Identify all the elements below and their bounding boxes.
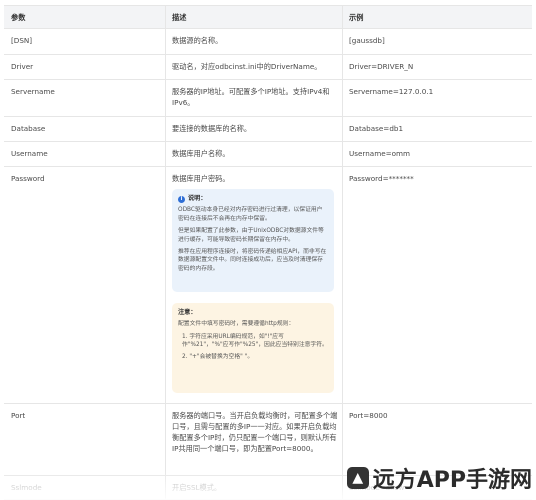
param-name: Username bbox=[11, 149, 48, 158]
param-desc: 要连接的数据库的名称。 bbox=[172, 124, 252, 133]
param-example: Database=db1 bbox=[349, 124, 404, 133]
note-list: 1. 字符应采用URL编码规范，如"!"应写作"%21"，"%"应写作"%25"… bbox=[178, 333, 328, 361]
param-name: Driver bbox=[11, 62, 34, 71]
info-callout: i 说明： ODBC驱动本身已经对内存密码进行过清理，以保证用户密码在连接后不会… bbox=[172, 189, 334, 292]
info-callout-title: i 说明： bbox=[178, 195, 328, 203]
table-row-password: Password 数据库用户密码。 Password=******* i 说明：… bbox=[4, 167, 532, 404]
param-desc: 开启SSL模式。 bbox=[172, 483, 222, 492]
param-name: [DSN] bbox=[11, 36, 33, 45]
param-name: Password bbox=[11, 174, 45, 183]
column-divider bbox=[165, 5, 166, 500]
param-name: Port bbox=[11, 411, 26, 420]
info-icon: i bbox=[178, 195, 185, 203]
header-example: 示例 bbox=[349, 13, 364, 22]
table-row: [DSN] 数据源的名称。 [gaussdb] bbox=[4, 29, 532, 55]
param-example: Servername=127.0.0.1 bbox=[349, 87, 434, 96]
column-divider bbox=[342, 5, 343, 500]
note-callout: 注意： 配置文件中填写密码时，需要遵循http规则： 1. 字符应采用URL编码… bbox=[172, 303, 334, 393]
param-example: Username=omm bbox=[349, 149, 411, 158]
table-row: Database 要连接的数据库的名称。 Database=db1 bbox=[4, 117, 532, 142]
param-desc: 数据源的名称。 bbox=[172, 36, 223, 45]
table-header: 参数 描述 示例 bbox=[4, 5, 532, 29]
watermark-text: 远方APP手游网 bbox=[372, 468, 532, 493]
table-row: Servername 服务器的IP地址。可配置多个IP地址。支持IPv4和IPv… bbox=[4, 80, 532, 117]
param-desc: 驱动名，对应odbcinst.ini中的DriverName。 bbox=[172, 62, 322, 71]
param-name: Database bbox=[11, 124, 46, 133]
param-name: Sslmode bbox=[11, 483, 42, 492]
info-paragraph: 推荐在应用程序连接时，将密码传递给相应API，而非写在数据源配置文件中。同时连接… bbox=[178, 249, 327, 272]
note-list-item: 2. "+"会被替换为空格" "。 bbox=[182, 353, 254, 360]
param-example: Port=8000 bbox=[349, 411, 388, 420]
site-watermark: ▲ 远方APP手游网 bbox=[346, 462, 532, 494]
param-example: [gaussdb] bbox=[349, 36, 385, 45]
param-example: Password=******* bbox=[349, 174, 414, 183]
table-row: Username 数据库用户名称。 Username=omm bbox=[4, 142, 532, 167]
app-logo-icon: ▲ bbox=[346, 467, 369, 489]
param-example: Driver=DRIVER_N bbox=[349, 62, 414, 71]
note-list-item: 1. 字符应采用URL编码规范，如"!"应写作"%21"，"%"应写作"%25"… bbox=[182, 333, 328, 349]
header-param: 参数 bbox=[11, 13, 26, 22]
param-name: Servername bbox=[11, 87, 55, 96]
table-row: Driver 驱动名，对应odbcinst.ini中的DriverName。 D… bbox=[4, 55, 532, 80]
note-intro: 配置文件中填写密码时，需要遵循http规则： bbox=[178, 321, 295, 328]
parameter-table: 参数 描述 示例 [DSN] 数据源的名称。 [gaussdb] Driver … bbox=[4, 5, 532, 500]
info-paragraph: 但是如果配置了此参数，由于UnixODBC对数据源文件等进行缓存，可能导致密码长… bbox=[178, 228, 324, 243]
param-desc: 服务器的IP地址。可配置多个IP地址。支持IPv4和IPv6。 bbox=[172, 87, 330, 107]
param-desc: 服务器的端口号。当开启负载均衡时，可配置多个端口号，且需与配置的多IP一一对应。… bbox=[172, 411, 338, 453]
param-desc: 数据库用户名称。 bbox=[172, 149, 230, 158]
param-desc: 数据库用户密码。 bbox=[172, 174, 230, 183]
header-desc: 描述 bbox=[172, 13, 187, 22]
note-callout-title: 注意： bbox=[178, 309, 197, 316]
info-paragraph: ODBC驱动本身已经对内存密码进行过清理，以保证用户密码在连接后不会再在内存中保… bbox=[178, 207, 323, 222]
